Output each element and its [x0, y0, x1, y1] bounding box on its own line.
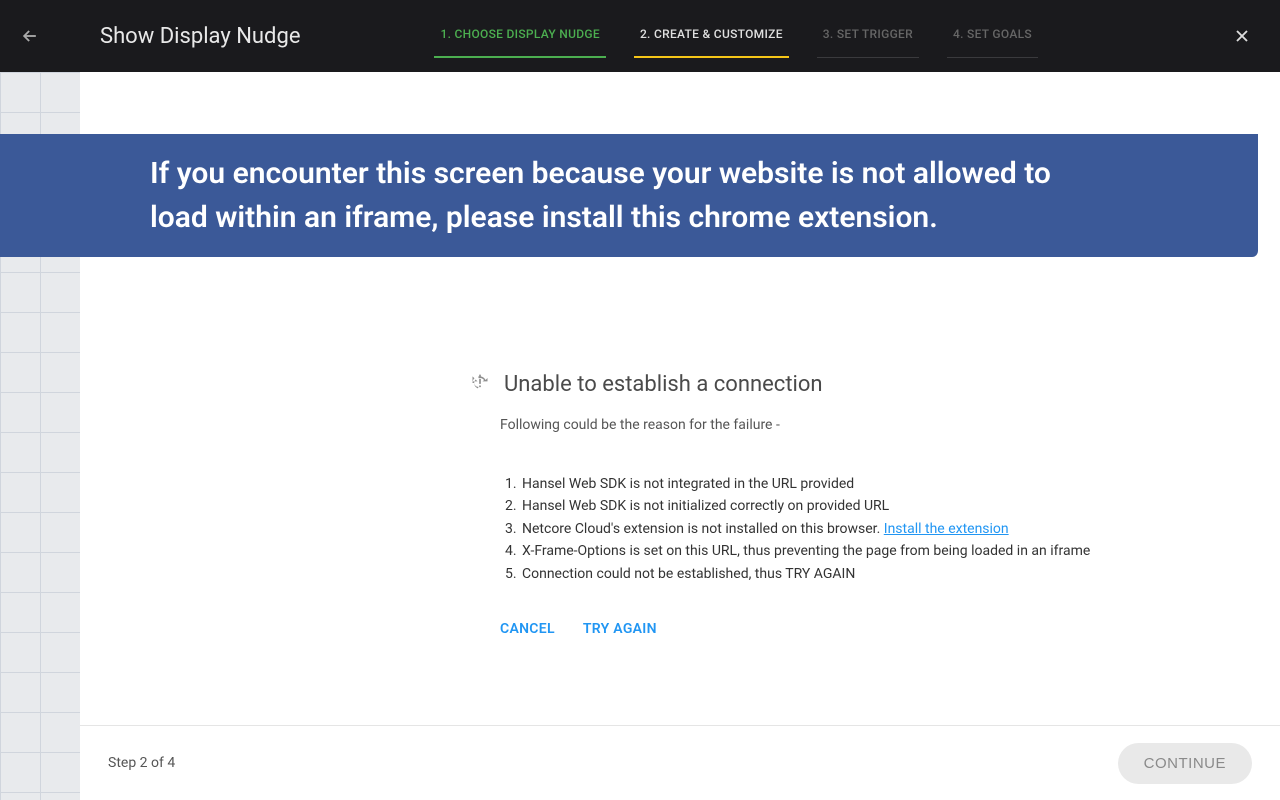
connection-error-block: Unable to establish a connection Followi… [470, 372, 1220, 637]
failure-reasons-list: Hansel Web SDK is not integrated in the … [520, 473, 1220, 585]
reason-item: Hansel Web SDK is not initialized correc… [520, 495, 1220, 517]
step-counter: Step 2 of 4 [108, 755, 175, 771]
error-heading-row: Unable to establish a connection [470, 372, 1220, 397]
banner-text: If you encounter this screen because you… [150, 156, 1051, 235]
iframe-warning-banner: If you encounter this screen because you… [0, 134, 1258, 257]
sync-problem-icon [470, 373, 490, 397]
reason-text: Netcore Cloud's extension is not install… [522, 521, 884, 537]
reason-item: Connection could not be established, thu… [520, 563, 1220, 585]
wizard-steps: 1. CHOOSE DISPLAY NUDGE 2. CREATE & CUST… [440, 0, 1031, 72]
footer-bar: Step 2 of 4 CONTINUE [80, 725, 1280, 800]
page-title: Show Display Nudge [60, 24, 300, 49]
try-again-button[interactable]: TRY AGAIN [583, 621, 657, 637]
step-choose-display-nudge[interactable]: 1. CHOOSE DISPLAY NUDGE [440, 0, 599, 72]
step-set-goals[interactable]: 4. SET GOALS [953, 0, 1032, 72]
header-bar: Show Display Nudge 1. CHOOSE DISPLAY NUD… [0, 0, 1280, 72]
install-extension-link[interactable]: Install the extension [884, 521, 1009, 537]
close-button[interactable] [1232, 26, 1252, 46]
error-title: Unable to establish a connection [504, 372, 823, 397]
reason-item: X-Frame-Options is set on this URL, thus… [520, 540, 1220, 562]
step-create-customize[interactable]: 2. CREATE & CUSTOMIZE [640, 0, 783, 72]
error-subtitle: Following could be the reason for the fa… [500, 417, 1220, 433]
close-icon [1232, 26, 1252, 46]
reason-item: Hansel Web SDK is not integrated in the … [520, 473, 1220, 495]
reason-item: Netcore Cloud's extension is not install… [520, 518, 1220, 540]
arrow-left-icon [20, 26, 40, 46]
back-button[interactable] [0, 26, 60, 46]
cancel-button[interactable]: CANCEL [500, 621, 555, 637]
step-set-trigger[interactable]: 3. SET TRIGGER [823, 0, 913, 72]
error-actions: CANCEL TRY AGAIN [500, 621, 1220, 637]
continue-button[interactable]: CONTINUE [1118, 743, 1252, 784]
